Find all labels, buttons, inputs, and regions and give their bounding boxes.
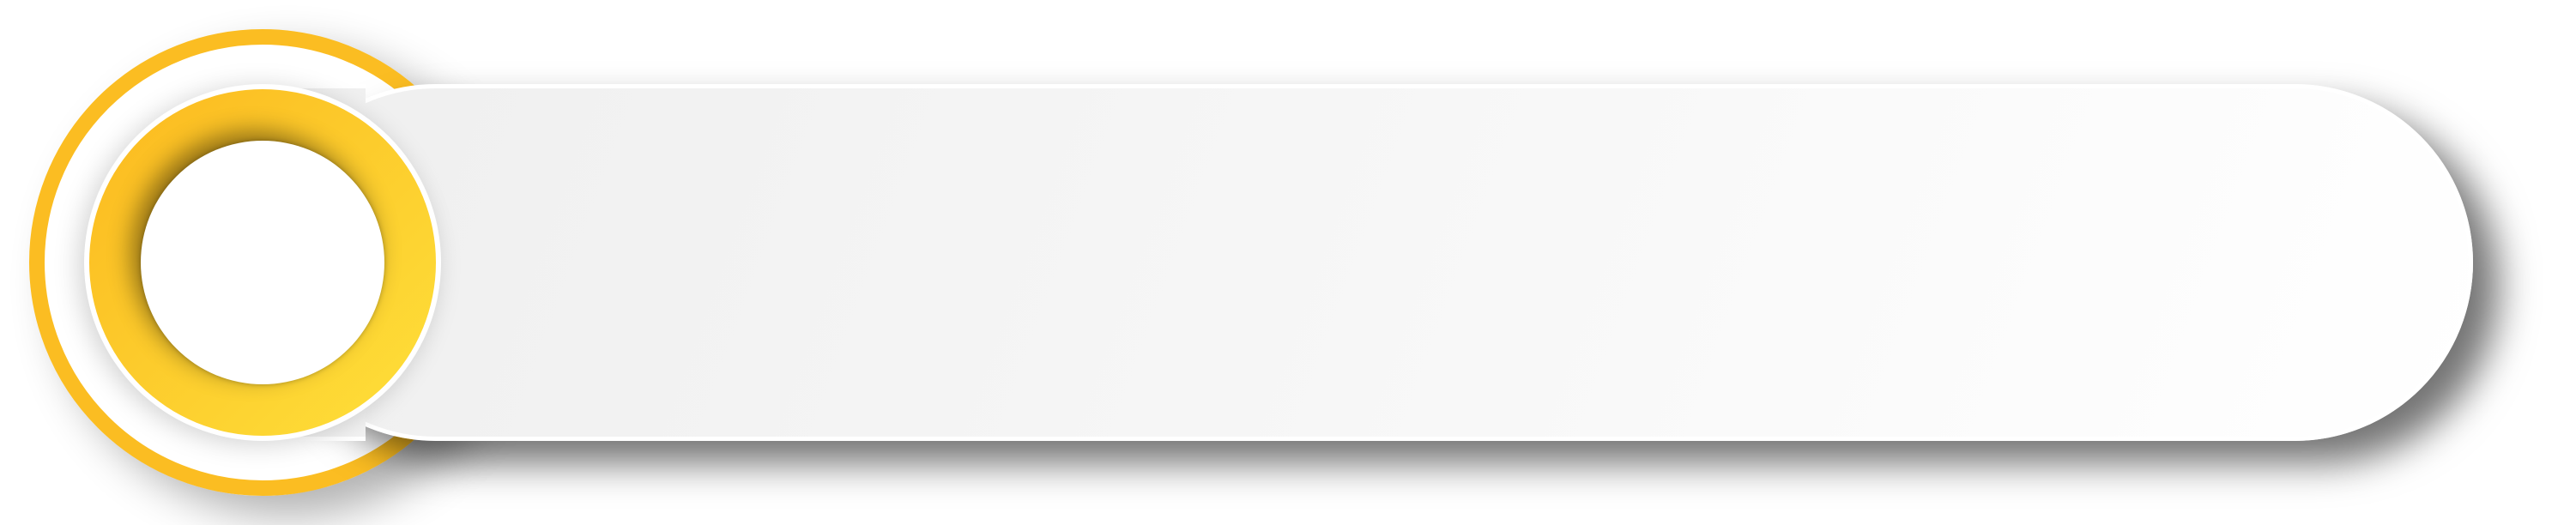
text-banner-bar: [257, 84, 2473, 441]
banner-graphic: [0, 0, 2576, 525]
badge-center-circle: [141, 141, 384, 384]
